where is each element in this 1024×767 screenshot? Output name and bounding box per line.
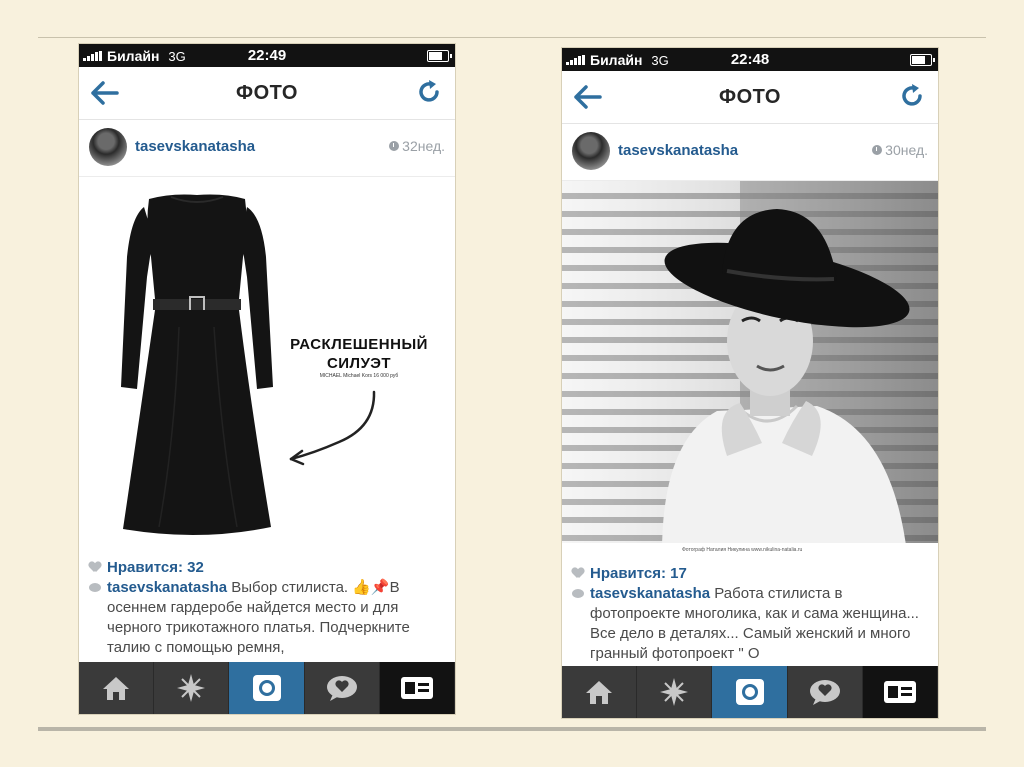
likes-count: Нравится: 17 [590,564,687,582]
overlay-text-block: РАСКЛЕШЕННЫЙ СИЛУЭТ MICHAEL Michael Kors… [274,335,444,379]
clock-icon [872,145,883,155]
tab-bar [562,666,938,718]
status-bar: Билайн 3G 22:48 [562,48,938,71]
tab-profile[interactable] [379,662,455,714]
overlay-subtitle: MICHAEL Michael Kors 16 000 руб [319,373,399,379]
post-caption-area: Нравится: 17 tasevskanatasha Работа стил… [562,562,938,666]
home-icon [586,681,613,704]
post-age-label: 32нед. [402,138,445,154]
profile-icon [883,681,916,703]
nav-bar: ФОТО [562,71,938,124]
tab-camera[interactable] [229,662,305,714]
likes-row[interactable]: Нравится: 17 [572,562,928,584]
tab-activity[interactable] [788,666,863,718]
heart-icon [572,568,584,579]
heart-icon [89,562,101,573]
status-bar: Билайн 3G 22:49 [79,44,455,67]
post-header: tasevskanatasha 32нед. [79,120,455,177]
post-header: tasevskanatasha 30нед. [562,124,938,181]
post-caption-area: Нравится: 32 tasevskanatasha Выбор стили… [79,556,455,664]
post-caption: tasevskanatasha Работа стилиста в фотопр… [572,584,928,664]
woman-in-hat-photo [562,181,938,553]
post-photo[interactable]: РАСКЛЕШЕННЫЙ СИЛУЭТ MICHAEL Michael Kors… [79,177,455,552]
tab-bar [79,662,455,714]
activity-icon [809,680,840,705]
explore-icon [177,674,206,702]
overlay-title-line1: РАСКЛЕШЕННЫЙ [290,336,428,353]
caption-username[interactable]: tasevskanatasha [590,585,710,602]
camera-icon [735,679,764,705]
profile-icon [400,677,433,699]
status-time: 22:48 [730,51,770,68]
tab-activity[interactable] [305,662,380,714]
refresh-icon[interactable] [415,78,443,106]
post-age-label: 30нед. [885,142,928,158]
post-photo[interactable]: Фотограф Наталия Никулина www.nikulina-n… [562,181,938,553]
nav-bar: ФОТО [79,67,455,120]
page-title: ФОТО [719,86,781,108]
slide-top-rule [38,37,986,38]
post-caption: tasevskanatasha Выбор стилиста. 👍📌В осен… [89,578,445,658]
clock-icon [389,141,400,151]
battery-icon [910,54,935,66]
home-icon [103,677,130,700]
comment-icon [572,589,584,598]
activity-icon [326,676,357,701]
refresh-icon[interactable] [898,82,926,110]
photo-credit: Фотограф Наталия Никулина www.nikulina-n… [682,547,803,553]
post-username[interactable]: tasevskanatasha [618,142,738,159]
phone-screenshot-right: Билайн 3G 22:48 ФОТО tasevskanatasha 30н… [562,48,938,718]
avatar[interactable] [89,128,127,166]
tab-home[interactable] [79,662,155,714]
tab-camera[interactable] [712,666,788,718]
camera-icon [252,675,281,701]
tab-home[interactable] [562,666,638,718]
avatar[interactable] [572,132,610,170]
post-age: 30нед. [872,142,928,158]
likes-count: Нравится: 32 [107,558,204,576]
post-username[interactable]: tasevskanatasha [135,138,255,155]
phone-screenshot-left: Билайн 3G 22:49 ФОТО tasevskanatasha 32н… [79,44,455,714]
status-time: 22:49 [247,47,287,64]
tab-explore[interactable] [637,666,713,718]
overlay-title-line2: СИЛУЭТ [326,355,392,372]
caption-username[interactable]: tasevskanatasha [107,579,227,596]
page-title: ФОТО [236,82,298,104]
explore-icon [660,678,689,706]
slide-bottom-rule [38,727,986,731]
comment-icon [89,583,101,592]
likes-row[interactable]: Нравится: 32 [89,556,445,578]
battery-icon [427,50,452,62]
tab-explore[interactable] [154,662,230,714]
tab-profile[interactable] [862,666,938,718]
post-age: 32нед. [389,138,445,154]
